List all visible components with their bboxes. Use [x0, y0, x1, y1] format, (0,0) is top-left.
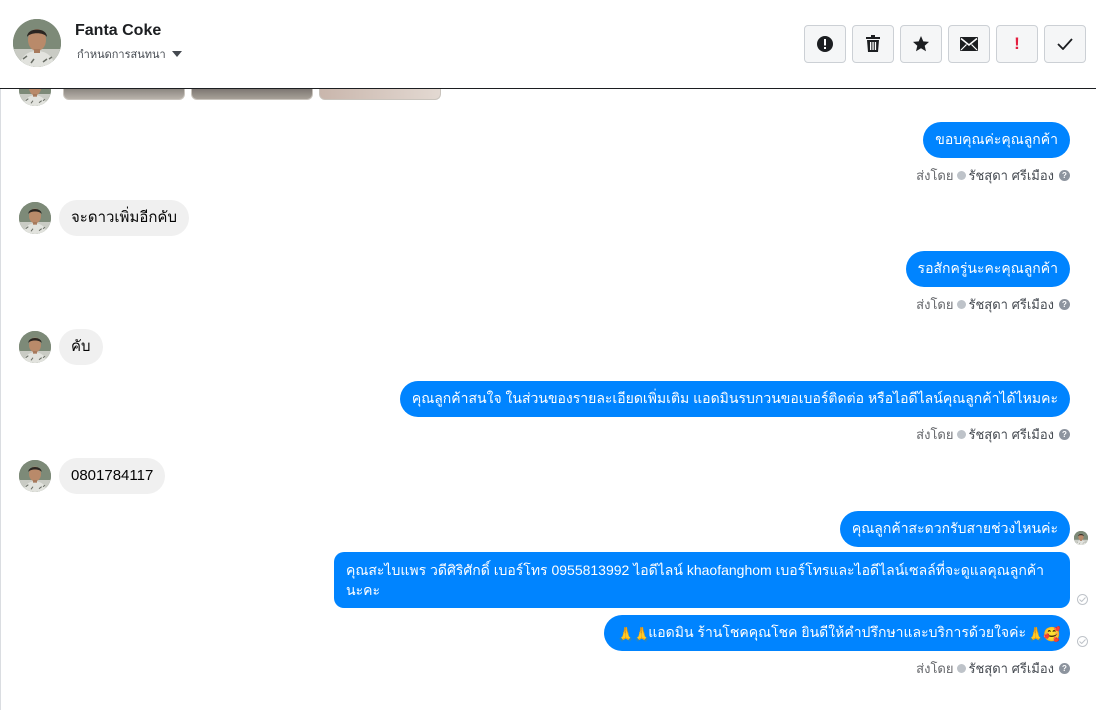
conversation-settings-label: กำหนดการสนทนา	[77, 49, 166, 61]
sender-name: รัชสุดา ศรีเมือง	[968, 427, 1055, 442]
verified-icon	[956, 430, 966, 439]
sent-by-label: ส่งโดย รัชสุดา ศรีเมือง ?	[916, 294, 1070, 315]
outgoing-message[interactable]: คุณลูกค้าสนใจ ในส่วนของรายละเอียดเพิ่มเต…	[399, 381, 1070, 417]
conversation-header: Fanta Coke กำหนดการสนทนา !	[0, 0, 1096, 89]
action-toolbar: !	[804, 25, 1086, 63]
sent-by-label: ส่งโดย รัชสุดา ศรีเมือง ?	[916, 424, 1070, 445]
sender-name: รัชสุดา ศรีเมือง	[968, 297, 1055, 312]
message-text: คุณลูกค้าสะดวกรับสายช่วงไหนค่ะ	[851, 520, 1058, 536]
pray-emoji: 🙏	[617, 626, 635, 642]
outgoing-message[interactable]: ขอบคุณค่ะคุณลูกค้า	[923, 122, 1070, 158]
sent-by-prefix: ส่งโดย	[916, 427, 954, 442]
incoming-message[interactable]: คับ	[59, 329, 103, 365]
verified-icon	[956, 664, 966, 673]
sender-name: รัชสุดา ศรีเมือง	[968, 661, 1055, 676]
outgoing-message[interactable]: 🙏 🙏 แอดมิน ร้านโชคคุณโชค ยินดีให้คำปรึกษ…	[604, 615, 1070, 651]
outgoing-message[interactable]: คุณลูกค้าสะดวกรับสายช่วงไหนค่ะ	[839, 511, 1070, 547]
customer-avatar	[19, 331, 51, 363]
help-icon[interactable]: ?	[1059, 170, 1070, 181]
mark-done-button[interactable]	[1044, 25, 1086, 63]
message-text: ขอบคุณค่ะคุณลูกค้า	[935, 131, 1058, 147]
exclamation-icon: !	[1014, 34, 1020, 53]
conversation-settings-dropdown[interactable]: กำหนดการสนทนา	[77, 45, 182, 63]
verified-icon	[956, 300, 966, 309]
smiling-face-with-hearts-emoji: 🥰	[1043, 626, 1061, 642]
incoming-message[interactable]: 0801784117	[59, 458, 166, 494]
incoming-message[interactable]: จะดาวเพิ่มอีกคับ	[59, 200, 189, 236]
envelope-icon	[960, 37, 978, 51]
contact-name[interactable]: Fanta Coke	[75, 22, 161, 40]
customer-avatar	[19, 460, 51, 492]
caret-down-icon	[171, 51, 182, 57]
star-icon	[913, 36, 929, 52]
trash-icon	[866, 35, 880, 52]
pray-emoji: 🙏	[633, 626, 651, 642]
sent-by-label: ส่งโดย รัชสุดา ศรีเมือง ?	[916, 165, 1070, 186]
sent-by-prefix: ส่งโดย	[916, 168, 954, 183]
incoming-message-row: จะดาวเพิ่มอีกคับ	[19, 200, 189, 236]
mark-unread-button[interactable]	[948, 25, 990, 63]
image-thumbnail[interactable]	[319, 89, 441, 100]
help-icon[interactable]: ?	[1059, 663, 1070, 674]
report-spam-button[interactable]	[804, 25, 846, 63]
pray-emoji: 🙏	[1027, 626, 1045, 642]
alert-circle-icon	[817, 36, 833, 52]
help-icon[interactable]: ?	[1059, 299, 1070, 310]
contact-avatar[interactable]	[13, 19, 61, 67]
sent-by-prefix: ส่งโดย	[916, 297, 954, 312]
star-button[interactable]	[900, 25, 942, 63]
delivered-icon	[1077, 636, 1088, 647]
customer-avatar	[19, 89, 51, 106]
image-attachments	[63, 89, 441, 100]
delete-button[interactable]	[852, 25, 894, 63]
seen-by-avatar	[1074, 531, 1088, 545]
message-text: คุณสะไบแพร วดีศิริศักดิ์ เบอร์โทร 095581…	[346, 562, 1045, 598]
customer-avatar	[19, 202, 51, 234]
panel-divider	[0, 89, 1, 710]
delivered-icon	[1077, 594, 1088, 605]
outgoing-message[interactable]: คุณสะไบแพร วดีศิริศักดิ์ เบอร์โทร 095581…	[334, 552, 1070, 608]
checkmark-icon	[1057, 38, 1073, 50]
image-thumbnail[interactable]	[191, 89, 313, 100]
help-icon[interactable]: ?	[1059, 429, 1070, 440]
incoming-message-row: 0801784117	[19, 458, 166, 494]
message-text: คุณลูกค้าสนใจ ในส่วนของรายละเอียดเพิ่มเต…	[411, 390, 1058, 406]
outgoing-message[interactable]: รอสักครู่นะคะคุณลูกค้า	[905, 251, 1070, 287]
message-text: รอสักครู่นะคะคุณลูกค้า	[917, 260, 1058, 276]
sender-name: รัชสุดา ศรีเมือง	[968, 168, 1055, 183]
mark-important-button[interactable]: !	[996, 25, 1038, 63]
sent-by-label: ส่งโดย รัชสุดา ศรีเมือง ?	[916, 658, 1070, 679]
image-thumbnail[interactable]	[63, 89, 185, 100]
verified-icon	[956, 171, 966, 180]
sent-by-prefix: ส่งโดย	[916, 661, 954, 676]
message-text: แอดมิน ร้านโชคคุณโชค ยินดีให้คำปรึกษาและ…	[648, 624, 1026, 640]
incoming-message-row: คับ	[19, 329, 103, 365]
